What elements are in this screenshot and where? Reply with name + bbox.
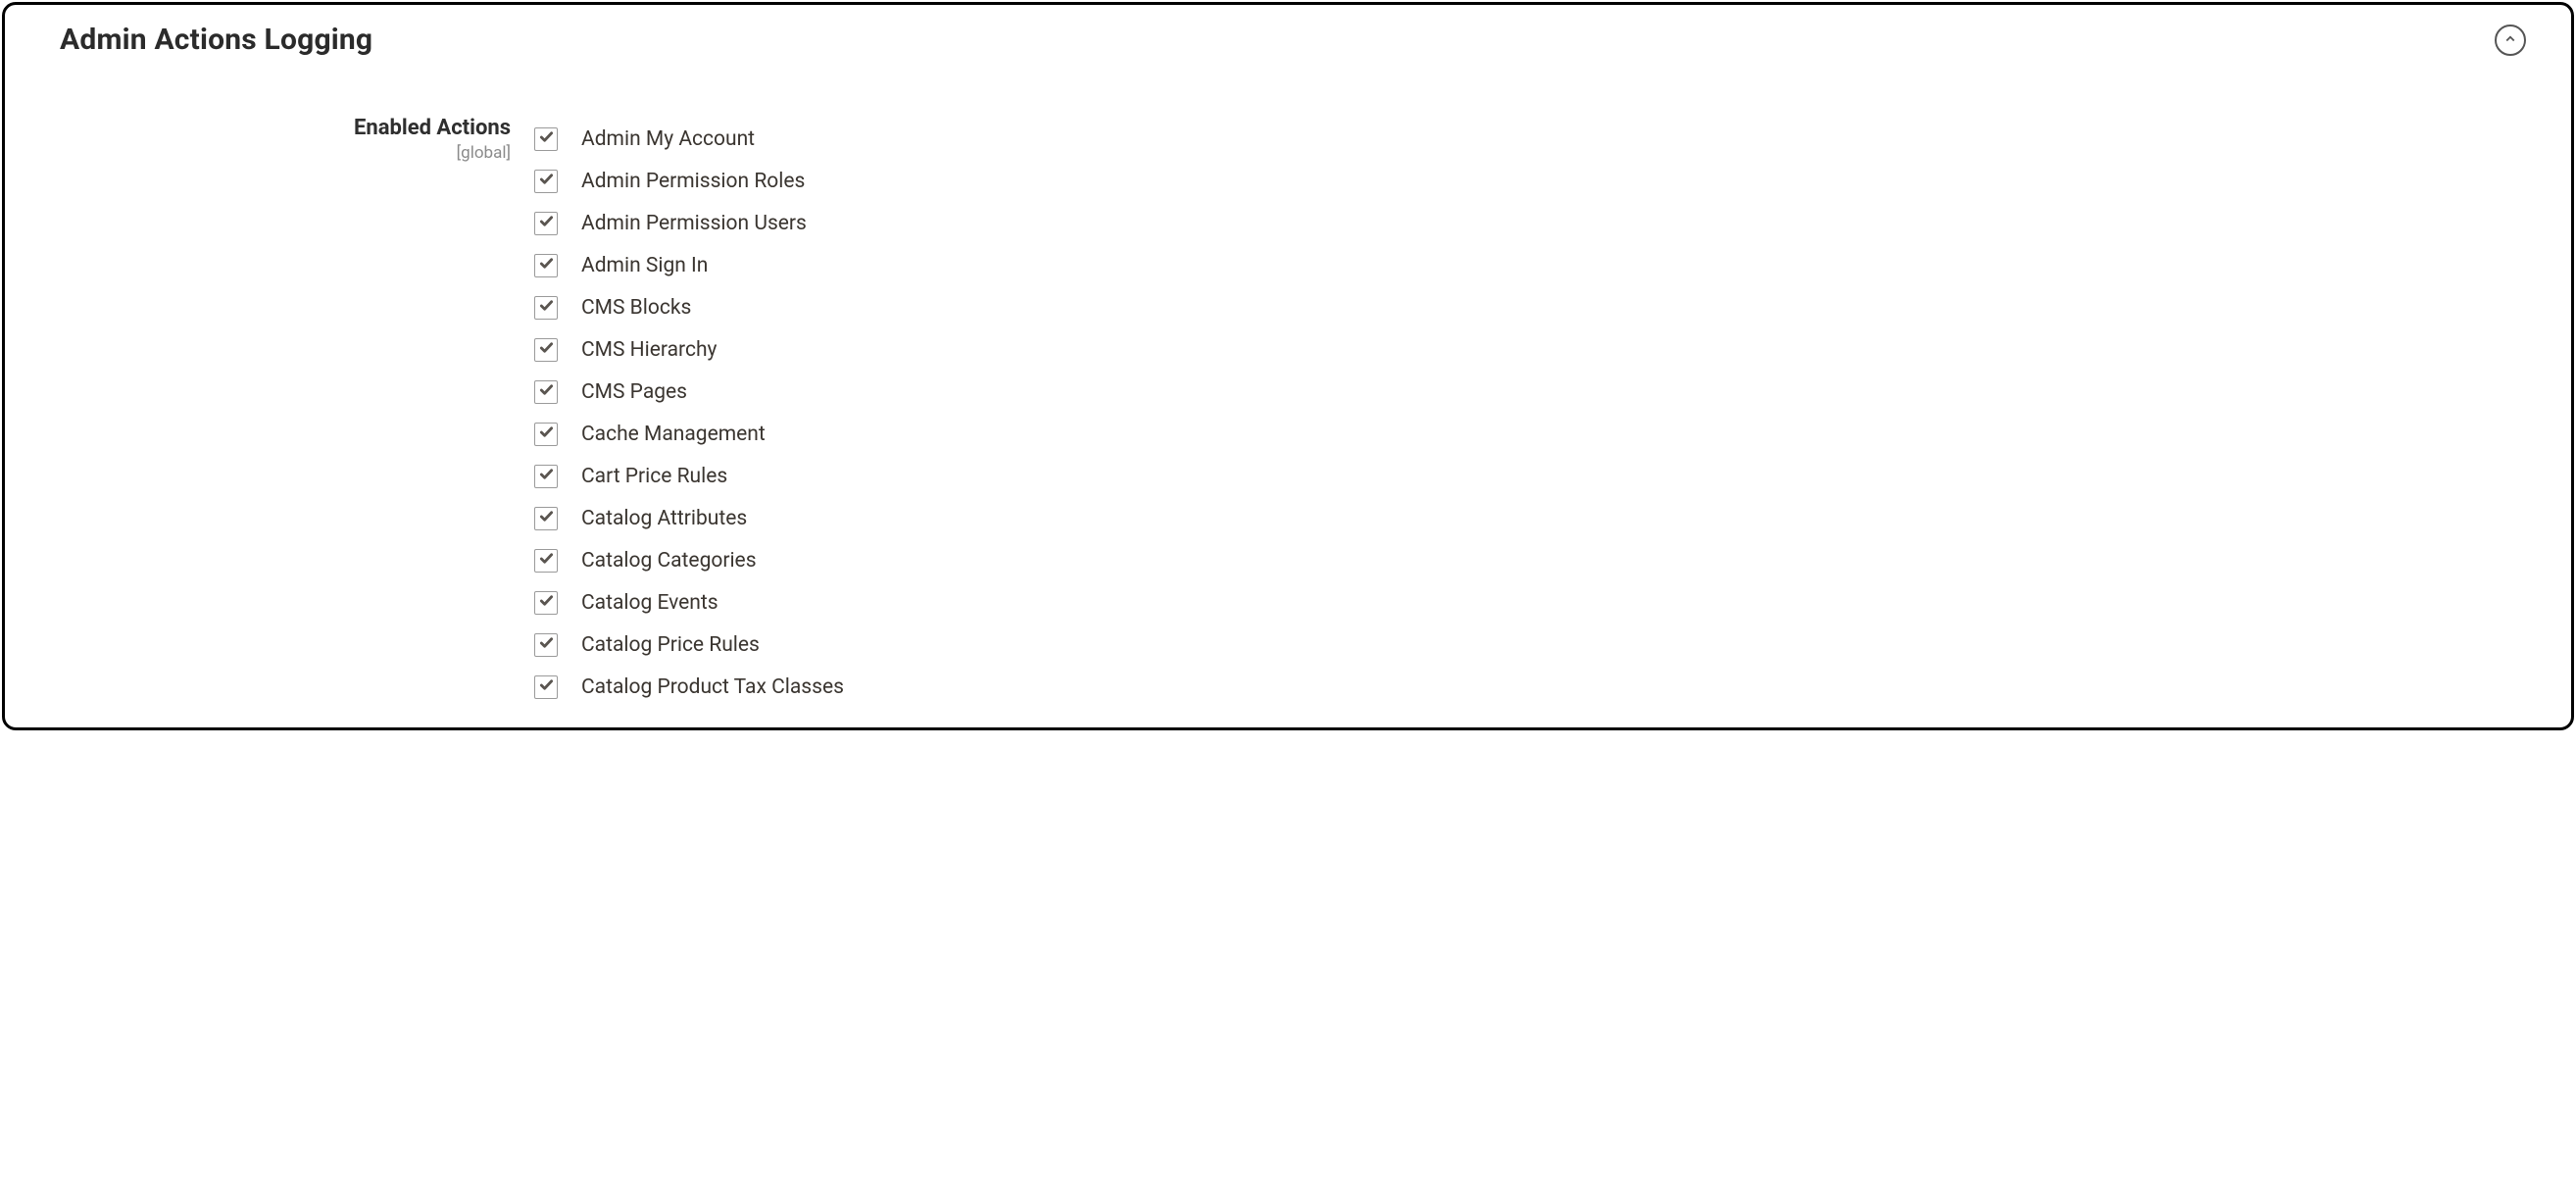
- check-icon: [539, 298, 554, 317]
- check-icon: [539, 129, 554, 148]
- check-icon: [539, 340, 554, 359]
- field-label-column: Enabled Actions [global]: [44, 116, 534, 708]
- option-label: Cache Management: [581, 423, 766, 446]
- enabled-actions-label: Enabled Actions: [44, 116, 511, 141]
- option-checkbox[interactable]: [534, 423, 558, 446]
- option-row: Admin My Account: [534, 118, 2532, 160]
- option-label: CMS Pages: [581, 380, 687, 404]
- option-label: Catalog Product Tax Classes: [581, 675, 844, 699]
- option-label: Admin Permission Users: [581, 212, 807, 235]
- option-row: Catalog Categories: [534, 539, 2532, 581]
- option-checkbox[interactable]: [534, 212, 558, 235]
- check-icon: [539, 214, 554, 232]
- option-label: Catalog Events: [581, 591, 718, 615]
- panel-title: Admin Actions Logging: [60, 23, 372, 57]
- option-checkbox[interactable]: [534, 254, 558, 277]
- enabled-actions-scope: [global]: [44, 143, 511, 163]
- option-label: Catalog Attributes: [581, 507, 747, 530]
- option-checkbox[interactable]: [534, 380, 558, 404]
- check-icon: [539, 172, 554, 190]
- option-row: Catalog Events: [534, 581, 2532, 624]
- option-row: Catalog Product Tax Classes: [534, 666, 2532, 708]
- option-label: Admin Permission Roles: [581, 170, 805, 193]
- option-checkbox[interactable]: [534, 633, 558, 657]
- option-checkbox[interactable]: [534, 338, 558, 362]
- admin-actions-logging-panel: Admin Actions Logging Enabled Actions [g…: [2, 2, 2574, 730]
- check-icon: [539, 382, 554, 401]
- option-label: Catalog Categories: [581, 549, 757, 573]
- option-checkbox[interactable]: [534, 507, 558, 530]
- option-label: Cart Price Rules: [581, 465, 727, 488]
- option-label: CMS Hierarchy: [581, 338, 717, 362]
- enabled-actions-options: Admin My Account Admin Permission Roles Ad…: [534, 116, 2532, 708]
- option-row: Cache Management: [534, 413, 2532, 455]
- option-checkbox[interactable]: [534, 296, 558, 320]
- panel-header: Admin Actions Logging: [44, 5, 2532, 57]
- option-checkbox[interactable]: [534, 170, 558, 193]
- option-row: CMS Hierarchy: [534, 328, 2532, 371]
- option-row: CMS Pages: [534, 371, 2532, 413]
- check-icon: [539, 551, 554, 570]
- option-checkbox[interactable]: [534, 591, 558, 615]
- check-icon: [539, 593, 554, 612]
- panel-body: Enabled Actions [global] Admin My Accoun…: [44, 57, 2532, 727]
- check-icon: [539, 635, 554, 654]
- check-icon: [539, 256, 554, 275]
- option-row: Catalog Attributes: [534, 497, 2532, 539]
- check-icon: [539, 424, 554, 443]
- option-label: CMS Blocks: [581, 296, 691, 320]
- check-icon: [539, 677, 554, 696]
- option-row: Cart Price Rules: [534, 455, 2532, 497]
- check-icon: [539, 509, 554, 527]
- option-row: Admin Permission Users: [534, 202, 2532, 244]
- option-checkbox[interactable]: [534, 675, 558, 699]
- option-checkbox[interactable]: [534, 465, 558, 488]
- option-row: Admin Sign In: [534, 244, 2532, 286]
- check-icon: [539, 467, 554, 485]
- option-label: Admin Sign In: [581, 254, 708, 277]
- collapse-toggle-button[interactable]: [2495, 25, 2526, 56]
- option-checkbox[interactable]: [534, 549, 558, 573]
- option-label: Catalog Price Rules: [581, 633, 760, 657]
- option-label: Admin My Account: [581, 127, 755, 151]
- option-row: Catalog Price Rules: [534, 624, 2532, 666]
- option-checkbox[interactable]: [534, 127, 558, 151]
- option-row: Admin Permission Roles: [534, 160, 2532, 202]
- chevron-up-icon: [2504, 30, 2516, 49]
- option-row: CMS Blocks: [534, 286, 2532, 328]
